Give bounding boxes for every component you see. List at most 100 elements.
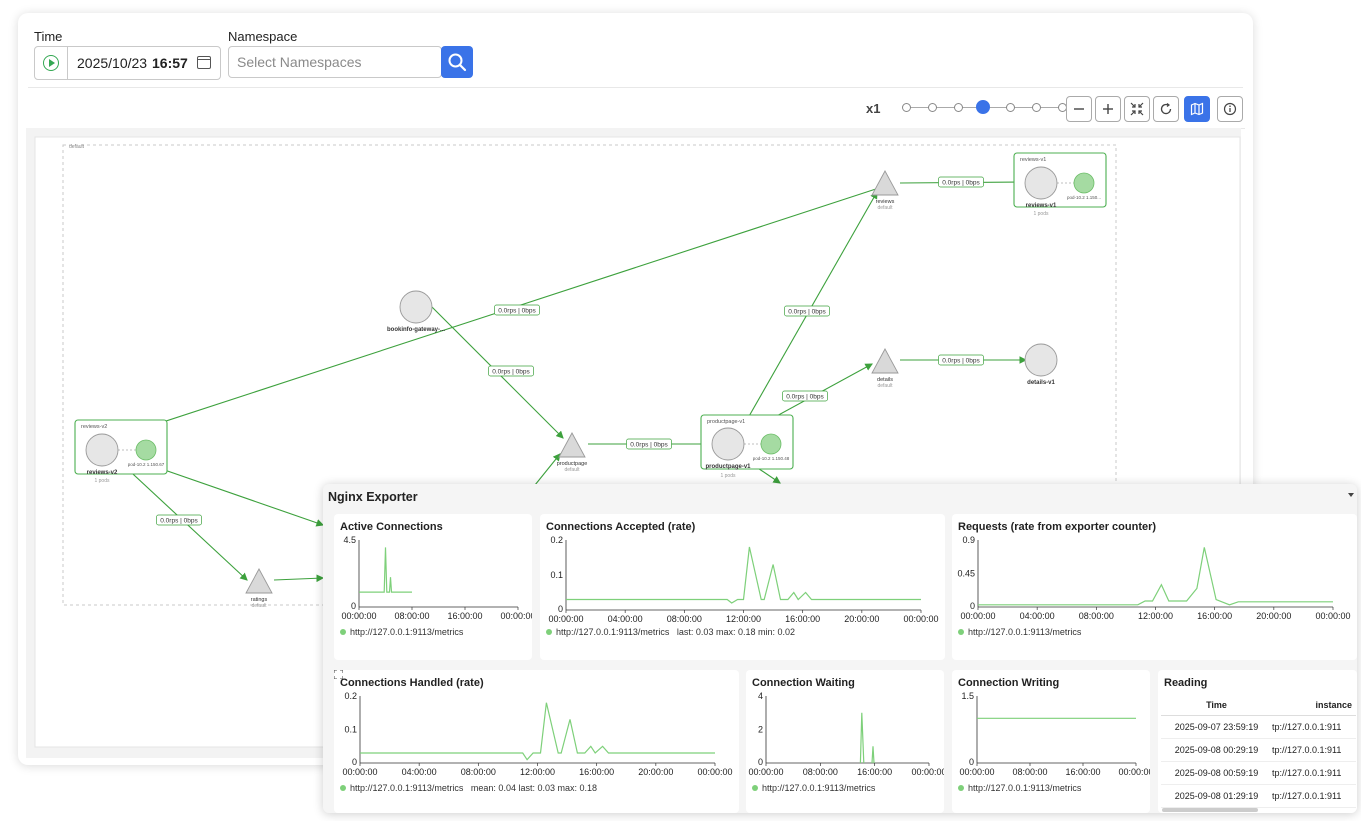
pod-icon xyxy=(1073,172,1095,194)
x-tick-label: 16:00:00 xyxy=(1065,767,1100,777)
node-label: reviews-v2 xyxy=(87,470,118,476)
edge-label: 0.0rps | 0bps xyxy=(160,518,198,525)
series-line xyxy=(566,546,921,604)
node-subtitle: 1 pods xyxy=(1033,211,1049,217)
y-tick-label: 0 xyxy=(351,601,356,611)
graph-node[interactable]: reviews-v1 pod-10.2 1.150... 1 pods reviews… xyxy=(1013,152,1107,217)
node-subtitle: default xyxy=(564,467,580,473)
node-subtitle: default xyxy=(877,383,893,389)
x-tick-label: 00:00:00 xyxy=(341,611,376,621)
legend: http://127.0.0.1:9113/metrics mean: 0.04… xyxy=(340,783,597,793)
horizontal-scrollbar[interactable] xyxy=(1162,808,1258,812)
node-label: bookinfo-gateway-... xyxy=(387,327,445,333)
node-subtitle: default xyxy=(877,205,893,211)
x-tick-label: 08:00:00 xyxy=(667,614,702,624)
column-header-instance[interactable]: instance xyxy=(1272,694,1356,716)
series-line xyxy=(360,702,715,761)
x-tick-label: 00:00:00 xyxy=(697,767,732,777)
legend: http://127.0.0.1:9113/metrics xyxy=(958,783,1081,793)
reading-card: Reading Time instance 2025-09-07 23:59:1… xyxy=(1158,670,1357,813)
x-tick-label: 20:00:00 xyxy=(1256,611,1291,621)
workload-node-icon xyxy=(85,433,119,467)
workload-box-label: reviews-v2 xyxy=(81,424,107,430)
y-tick-label: 1.5 xyxy=(961,691,974,701)
workload-node-icon xyxy=(1024,166,1058,200)
x-tick-label: 16:00:00 xyxy=(1197,611,1232,621)
x-tick-label: 04:00:00 xyxy=(402,767,437,777)
collapse-caret-icon[interactable] xyxy=(1348,493,1354,497)
y-tick-label: 0.45 xyxy=(957,569,975,579)
x-tick-label: 00:00:00 xyxy=(548,614,583,624)
table-row: 2025-09-08 01:29:19 tp://127.0.0.1:911 xyxy=(1161,784,1356,808)
x-tick-label: 00:00:00 xyxy=(342,767,377,777)
y-tick-label: 4.5 xyxy=(343,535,356,545)
x-tick-label: 16:00:00 xyxy=(857,767,892,777)
workload-box-label: productpage-v1 xyxy=(707,419,745,425)
namespace-group-label: default xyxy=(69,144,85,150)
y-tick-label: 4 xyxy=(758,691,763,701)
x-tick-label: 12:00:00 xyxy=(1138,611,1173,621)
node-subtitle: 1 pods xyxy=(94,478,110,484)
card-title: Reading xyxy=(1164,677,1208,689)
y-tick-label: 0.2 xyxy=(550,535,563,545)
node-label: reviews-v1 xyxy=(1026,203,1057,209)
y-tick-label: 0 xyxy=(970,601,975,611)
workload-node-icon xyxy=(711,427,745,461)
legend: http://127.0.0.1:9113/metrics xyxy=(340,627,463,637)
x-tick-label: 20:00:00 xyxy=(844,614,879,624)
pod-label: pod-10.2 1.150... xyxy=(1067,195,1101,200)
table-row: 2025-09-07 23:59:19 tp://127.0.0.1:911 xyxy=(1161,715,1356,739)
active-connections-chart: 4.5000:00:0008:00:0016:00:0000:00:00 xyxy=(341,535,532,621)
connection-waiting-card: Connection Waiting 4 2 0 00:00:00 08:00:00 16… xyxy=(746,670,944,813)
connections-accepted-card: Connections Accepted (rate) 0.2 0.1 0 00:00… xyxy=(540,514,945,660)
pod-label: pod-10.2 1.150.67 xyxy=(128,462,165,467)
legend: http://127.0.0.1:9113/metrics last: 0.03… xyxy=(546,627,795,637)
graph-node[interactable]: productpage-v1pod-10.2 1.150.481 podspro… xyxy=(700,414,794,479)
series-line xyxy=(871,746,875,764)
x-tick-label: 16:00:00 xyxy=(579,767,614,777)
y-tick-label: 0 xyxy=(558,604,563,614)
node-subtitle: 1 pods xyxy=(720,473,736,479)
node-label: details-v1 xyxy=(1027,380,1055,386)
table-row: 2025-09-08 00:29:19 tp://127.0.0.1:911 xyxy=(1161,738,1356,762)
x-tick-label: 08:00:00 xyxy=(1012,767,1047,777)
y-tick-label: 0.2 xyxy=(344,691,357,701)
x-tick-label: 00:00:00 xyxy=(911,767,944,777)
pod-label: pod-10.2 1.150.48 xyxy=(753,456,790,461)
x-tick-label: 08:00:00 xyxy=(394,611,429,621)
edge-label: 0.0rps | 0bps xyxy=(630,442,668,449)
y-tick-label: 0 xyxy=(352,757,357,767)
x-tick-label: 00:00:00 xyxy=(1315,611,1350,621)
edge-label: 0.0rps | 0bps xyxy=(788,309,826,316)
y-tick-label: 0.1 xyxy=(550,570,563,580)
x-tick-label: 12:00:00 xyxy=(726,614,761,624)
x-tick-label: 08:00:00 xyxy=(461,767,496,777)
workload-node-icon xyxy=(399,290,433,324)
graph-node[interactable]: reviews-v2 pod-10.2 1.150.67 1 pods reviews… xyxy=(74,419,168,484)
panel-title: Nginx Exporter xyxy=(328,490,418,504)
active-connections-card: Active Connections 4.5 0 00:00:00 08:00:00 1… xyxy=(334,514,532,660)
y-tick-label: 2 xyxy=(758,725,763,735)
graph-node[interactable]: details-v1 xyxy=(1024,343,1058,386)
edge-label: 0.0rps | 0bps xyxy=(498,308,536,315)
legend: http://127.0.0.1:9113/metrics xyxy=(752,783,875,793)
x-tick-label: 04:00:00 xyxy=(608,614,643,624)
table-row: 2025-09-08 00:59:19 tp://127.0.0.1:911 xyxy=(1161,761,1356,785)
connection-writing-card: Connection Writing 1.5 0 00:00:00 08:00:00 1… xyxy=(952,670,1150,813)
edge-label: 0.0rps | 0bps xyxy=(786,394,824,401)
series-line xyxy=(978,547,1333,606)
pod-icon xyxy=(135,439,157,461)
y-tick-label: 0 xyxy=(969,757,974,767)
x-tick-label: 04:00:00 xyxy=(1020,611,1055,621)
y-tick-label: 0.1 xyxy=(344,725,357,735)
x-tick-label: 00:00:00 xyxy=(748,767,783,777)
x-tick-label: 00:00:00 xyxy=(959,767,994,777)
column-header-time[interactable]: Time xyxy=(1161,694,1272,716)
workload-node-icon xyxy=(1024,343,1058,377)
workload-box-label: reviews-v1 xyxy=(1020,157,1046,163)
connections-accepted-chart: 0.20.1000:00:00 04:00:00 08:00:00 12:00:00 1… xyxy=(548,535,938,624)
reading-table: Time instance 2025-09-07 23:59:19 tp://12… xyxy=(1161,694,1356,808)
edge-label: 0.0rps | 0bps xyxy=(942,358,980,365)
x-tick-label: 00:00:00 xyxy=(903,614,938,624)
pod-icon xyxy=(760,433,782,455)
